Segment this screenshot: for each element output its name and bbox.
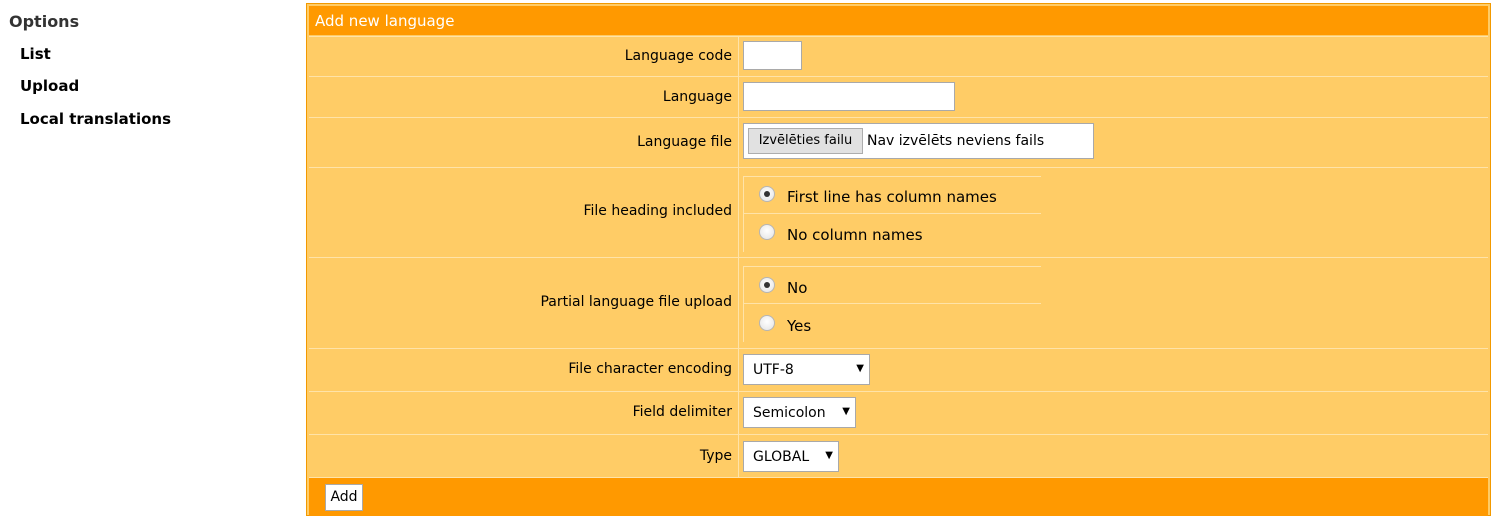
radio-partial-yes[interactable]: [759, 315, 775, 331]
radio-no-column-names[interactable]: [759, 224, 775, 240]
language-file-label: Language file: [637, 134, 732, 150]
add-button[interactable]: Add: [325, 484, 363, 511]
row-partial-upload: Partial language file upload No Yes: [309, 257, 1488, 349]
sidebar-title: Options: [9, 12, 80, 31]
add-language-form: Add new language Language code Language …: [306, 3, 1491, 516]
sidebar-link-upload[interactable]: Upload: [20, 77, 79, 95]
radio-label-first-line-column-names: First line has column names: [787, 188, 997, 206]
chevron-down-icon: ▼: [825, 450, 833, 461]
partial-upload-label: Partial language file upload: [540, 294, 732, 310]
encoding-select[interactable]: UTF-8 ▼: [743, 354, 870, 385]
radio-label-partial-yes: Yes: [787, 317, 812, 335]
language-input[interactable]: [743, 82, 955, 111]
choose-file-button[interactable]: Izvēlēties failu: [748, 128, 863, 154]
delimiter-selected-value: Semicolon: [753, 405, 826, 421]
row-encoding: File character encoding UTF-8 ▼: [309, 348, 1488, 392]
sidebar-link-list[interactable]: List: [20, 45, 51, 63]
chevron-down-icon: ▼: [856, 363, 864, 374]
form-footer: Add: [309, 477, 1488, 516]
chevron-down-icon: ▼: [842, 406, 850, 417]
encoding-selected-value: UTF-8: [753, 362, 794, 378]
row-language: Language: [309, 76, 1488, 118]
language-code-input[interactable]: [743, 41, 802, 70]
radio-first-line-column-names[interactable]: [759, 186, 775, 202]
language-code-label: Language code: [624, 48, 732, 64]
row-language-file: Language file Izvēlēties failu Nav izvēl…: [309, 117, 1488, 168]
file-input[interactable]: Izvēlēties failu Nav izvēlēts neviens fa…: [743, 123, 1094, 159]
delimiter-select[interactable]: Semicolon ▼: [743, 397, 856, 428]
row-delimiter: Field delimiter Semicolon ▼: [309, 391, 1488, 435]
row-language-code: Language code: [309, 36, 1488, 77]
type-label: Type: [699, 448, 732, 464]
delimiter-label: Field delimiter: [632, 404, 732, 420]
type-select[interactable]: GLOBAL ▼: [743, 441, 839, 472]
language-label: Language: [662, 89, 732, 105]
radio-label-no-column-names: No column names: [787, 226, 923, 244]
form-title: Add new language: [315, 12, 455, 30]
file-status-text: Nav izvēlēts neviens fails: [867, 133, 1045, 149]
radio-partial-no[interactable]: [759, 277, 775, 293]
radio-label-partial-no: No: [787, 279, 808, 297]
type-selected-value: GLOBAL: [753, 449, 810, 465]
encoding-label: File character encoding: [568, 361, 732, 377]
file-heading-label: File heading included: [583, 203, 732, 219]
form-header: Add new language: [309, 6, 1488, 35]
sidebar-link-local-translations[interactable]: Local translations: [20, 110, 171, 128]
row-file-heading: File heading included First line has col…: [309, 167, 1488, 258]
row-type: Type GLOBAL ▼: [309, 434, 1488, 478]
